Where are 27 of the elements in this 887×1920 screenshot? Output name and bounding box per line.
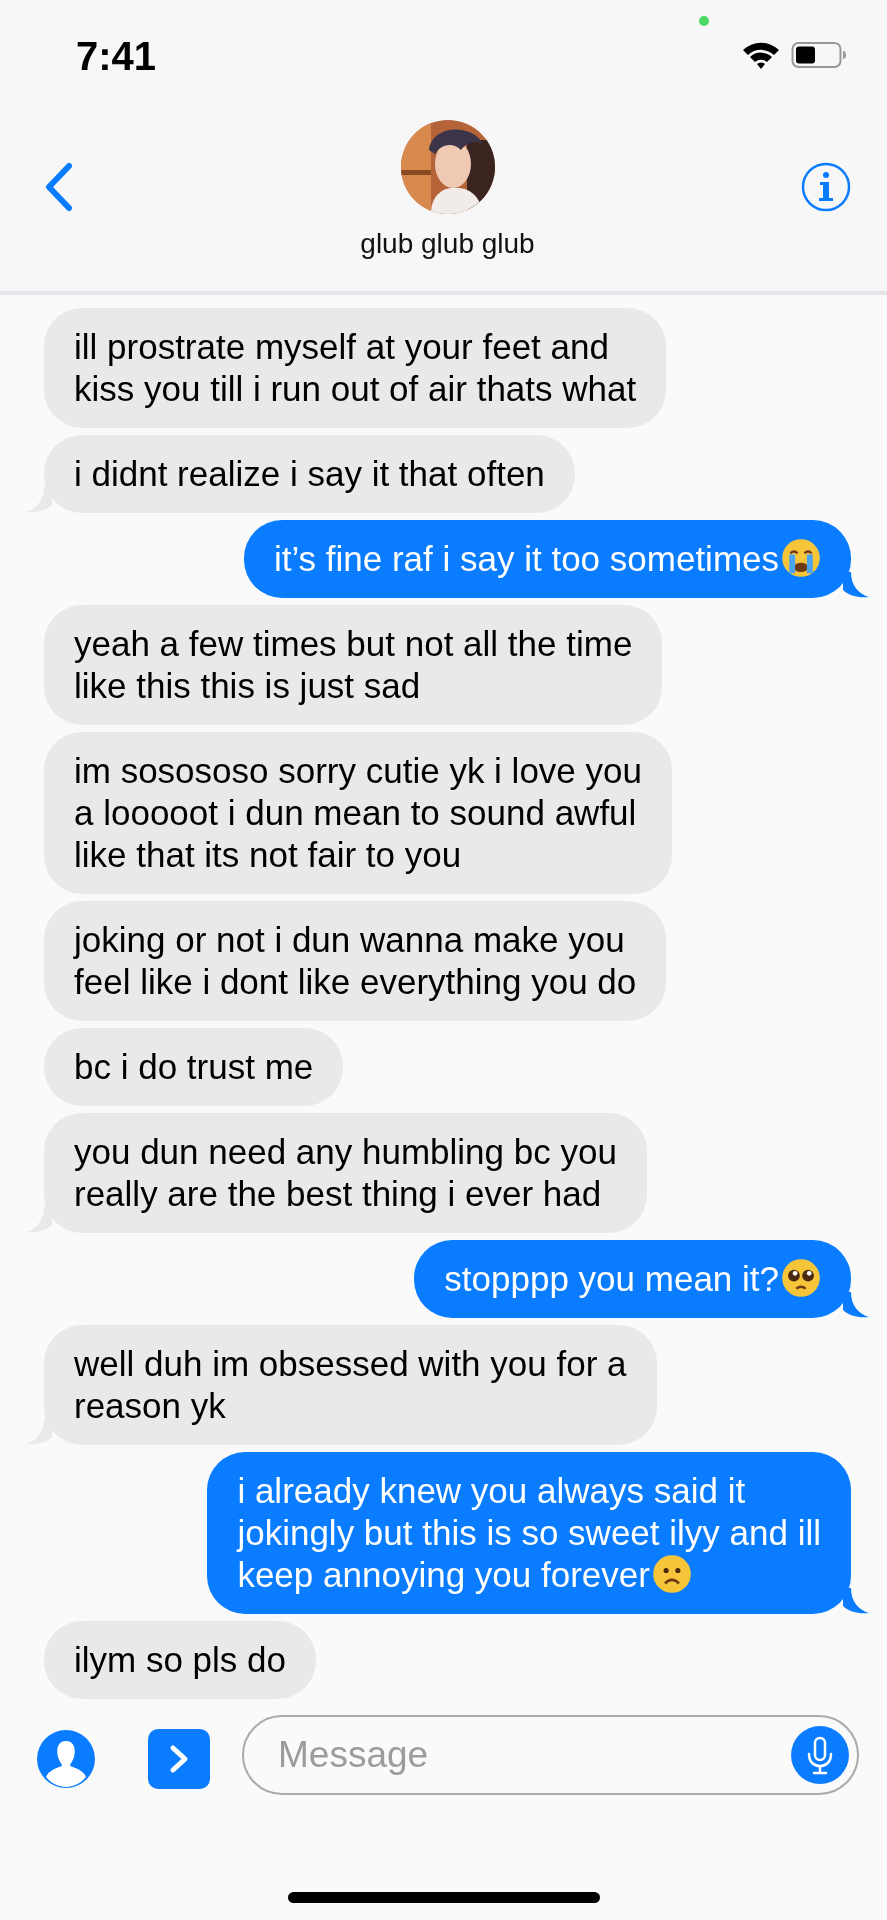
status-time: 7:41: [76, 33, 157, 79]
crying-face-icon: [781, 538, 821, 578]
back-icon[interactable]: [44, 162, 74, 212]
message-bubble: i didnt realize i say it that often: [44, 435, 575, 513]
contact-icon[interactable]: [36, 1729, 96, 1789]
message-bubble: bc i do trust me: [44, 1028, 344, 1106]
apps-button[interactable]: [148, 1729, 210, 1789]
contact-name[interactable]: glub glub glub: [360, 228, 535, 260]
message-bubble: i already knew you always said it jokingly but this is so sweet ilyy and ill keep annoying you forever: [207, 1452, 851, 1614]
message-bubble: it’s fine raf i say it too sometimes: [243, 520, 851, 598]
indicator-dot: [699, 16, 709, 26]
message-bubble: stopppp you mean it?: [414, 1240, 851, 1318]
message-field[interactable]: Message: [276, 1733, 791, 1777]
info-icon[interactable]: [801, 162, 851, 212]
message-bar[interactable]: Message: [242, 1715, 859, 1795]
battery-icon: [791, 41, 847, 69]
message-bubble: ill prostrate myself at your feet and kiss you till i run out of air thats what: [44, 308, 667, 428]
frowning-face-icon: [651, 1554, 692, 1594]
message-bubble: you dun need any humbling bc you really are the best thing i ever had: [44, 1113, 647, 1233]
message-bubble: ilym so pls do: [44, 1621, 317, 1699]
pleading-face-icon: [781, 1258, 821, 1298]
message-bubble: joking or not i dun wanna make you feel like i dont like everything you do: [44, 901, 667, 1021]
message-bubble: well duh im obsessed with you for a reason yk: [44, 1325, 657, 1445]
message-bubble: im sosososo sorry cutie yk i love you a looooot i dun mean to sound awful like that its not fair to you: [44, 732, 672, 894]
message-bubble: yeah a few times but not all the time like this this is just sad: [44, 605, 663, 725]
microphone-icon[interactable]: [791, 1726, 849, 1784]
wifi-icon: [741, 40, 781, 70]
